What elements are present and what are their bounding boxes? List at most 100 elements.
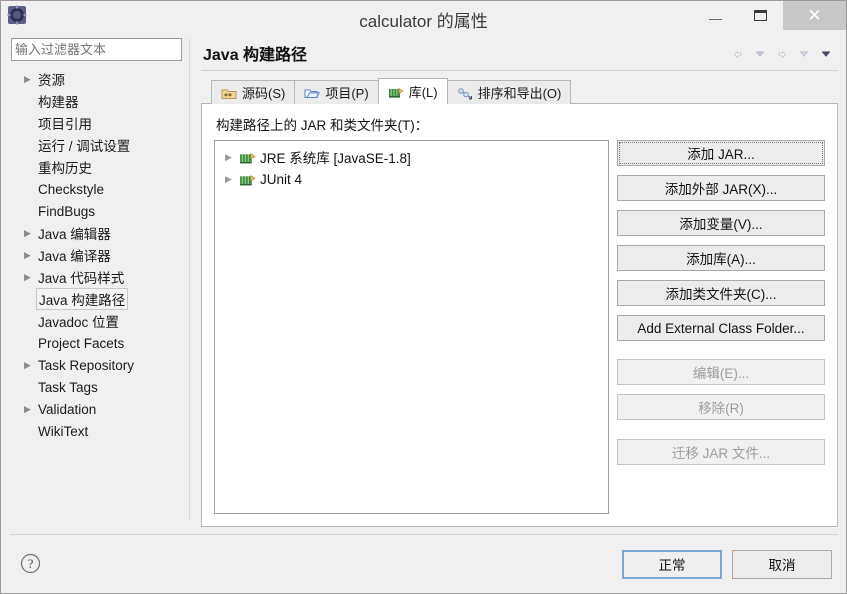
list-item-label: JUnit 4 bbox=[260, 172, 302, 187]
chevron-right-icon[interactable]: ▶ bbox=[23, 229, 36, 238]
settings-tree: ▶ 资源 ▶ 构建器 ▶ 项目引用 ▶ 运行 / 调试设置 ▶ 重构历史 bbox=[11, 68, 189, 527]
ok-button[interactable]: 正常 bbox=[622, 550, 722, 579]
add-library-button[interactable]: 添加库(A)... bbox=[617, 245, 825, 271]
add-variable-button[interactable]: 添加变量(V)... bbox=[617, 210, 825, 236]
sidebar-item-label: 运行 / 调试设置 bbox=[36, 135, 132, 155]
sidebar-item-project-facets[interactable]: ▶ Project Facets bbox=[11, 332, 189, 354]
close-button[interactable]: ✕ bbox=[783, 1, 846, 30]
tree-spacer: ▶ bbox=[23, 317, 36, 326]
list-item[interactable]: ▶ JUnit 4 bbox=[215, 168, 608, 190]
sidebar-item-wikitext[interactable]: ▶ WikiText bbox=[11, 420, 189, 442]
chevron-right-icon[interactable]: ▶ bbox=[225, 175, 239, 184]
tree-spacer: ▶ bbox=[23, 339, 36, 348]
svg-text:?: ? bbox=[27, 556, 33, 571]
chevron-right-icon[interactable]: ▶ bbox=[23, 75, 36, 84]
sidebar-item-label: 重构历史 bbox=[36, 157, 94, 177]
tree-spacer: ▶ bbox=[23, 427, 36, 436]
tree-spacer: ▶ bbox=[23, 207, 36, 216]
sidebar-item-java-build-path[interactable]: ▶ Java 构建路径 bbox=[11, 288, 189, 310]
order-export-icon bbox=[457, 86, 473, 100]
filter-input[interactable] bbox=[11, 38, 182, 61]
sidebar-item-task-tags[interactable]: ▶ Task Tags bbox=[11, 376, 189, 398]
sidebar-item-label: 项目引用 bbox=[36, 113, 94, 133]
sidebar-item-java-compiler[interactable]: ▶ Java 编译器 bbox=[11, 244, 189, 266]
sidebar-item-task-repository[interactable]: ▶ Task Repository bbox=[11, 354, 189, 376]
sidebar-item-label: Project Facets bbox=[36, 336, 126, 351]
tree-spacer: ▶ bbox=[23, 97, 36, 106]
tab-label: 排序和导出(O) bbox=[478, 83, 562, 102]
sidebar-item-label: Validation bbox=[36, 402, 98, 417]
window-controls: ✕ bbox=[693, 1, 846, 30]
back-dropdown-icon[interactable] bbox=[750, 45, 770, 63]
project-folder-icon bbox=[304, 86, 320, 100]
sidebar-item-label: Java 代码样式 bbox=[36, 267, 126, 287]
minimize-button[interactable] bbox=[693, 1, 738, 30]
jar-list[interactable]: ▶ JRE 系统库 [JavaSE-1.8] bbox=[214, 140, 609, 514]
tab-order-export[interactable]: 排序和导出(O) bbox=[447, 80, 572, 104]
maximize-button[interactable] bbox=[738, 1, 783, 30]
library-icon bbox=[239, 172, 256, 187]
menu-dropdown-icon[interactable] bbox=[816, 45, 836, 63]
maximize-icon bbox=[754, 10, 767, 21]
list-item[interactable]: ▶ JRE 系统库 [JavaSE-1.8] bbox=[215, 146, 608, 168]
chevron-right-icon[interactable]: ▶ bbox=[23, 405, 36, 414]
add-external-class-folder-button[interactable]: Add External Class Folder... bbox=[617, 315, 825, 341]
forward-arrow-icon[interactable] bbox=[772, 45, 792, 63]
build-path-tabs: 源码(S) 项目(P) bbox=[201, 78, 838, 104]
chevron-right-icon[interactable]: ▶ bbox=[23, 361, 36, 370]
sidebar-item-label: Checkstyle bbox=[36, 182, 106, 197]
forward-dropdown-icon[interactable] bbox=[794, 45, 814, 63]
library-icon bbox=[239, 150, 256, 165]
sidebar-item-checkstyle[interactable]: ▶ Checkstyle bbox=[11, 178, 189, 200]
sidebar-item-java-code-style[interactable]: ▶ Java 代码样式 bbox=[11, 266, 189, 288]
sidebar-item-project-references[interactable]: ▶ 项目引用 bbox=[11, 112, 189, 134]
jar-list-row: ▶ JRE 系统库 [JavaSE-1.8] bbox=[214, 140, 825, 514]
tab-label: 源码(S) bbox=[242, 83, 285, 102]
tab-libraries[interactable]: 库(L) bbox=[378, 78, 448, 104]
back-arrow-icon[interactable] bbox=[728, 45, 748, 63]
tree-spacer: ▶ bbox=[23, 163, 36, 172]
sidebar-item-resource[interactable]: ▶ 资源 bbox=[11, 68, 189, 90]
tab-label: 库(L) bbox=[409, 82, 438, 101]
libraries-tab-panel: 构建路径上的 JAR 和类文件夹(T)： ▶ bbox=[201, 103, 838, 527]
edit-button: 编辑(E)... bbox=[617, 359, 825, 385]
minimize-icon bbox=[709, 19, 722, 20]
tab-label: 项目(P) bbox=[325, 83, 368, 102]
sidebar-item-refactor-history[interactable]: ▶ 重构历史 bbox=[11, 156, 189, 178]
sidebar-item-run-debug-settings[interactable]: ▶ 运行 / 调试设置 bbox=[11, 134, 189, 156]
settings-page: Java 构建路径 bbox=[195, 32, 846, 527]
chevron-right-icon[interactable]: ▶ bbox=[225, 153, 239, 162]
header-divider bbox=[201, 70, 838, 71]
library-icon bbox=[388, 85, 404, 99]
add-class-folder-button[interactable]: 添加类文件夹(C)... bbox=[617, 280, 825, 306]
tree-spacer: ▶ bbox=[23, 295, 36, 304]
sidebar-item-javadoc-location[interactable]: ▶ Javadoc 位置 bbox=[11, 310, 189, 332]
sidebar-item-label: Task Repository bbox=[36, 358, 136, 373]
sidebar-item-builders[interactable]: ▶ 构建器 bbox=[11, 90, 189, 112]
chevron-right-icon[interactable]: ▶ bbox=[23, 251, 36, 260]
eclipse-icon bbox=[7, 5, 29, 27]
sidebar-item-label: 构建器 bbox=[36, 91, 81, 111]
tree-spacer: ▶ bbox=[23, 141, 36, 150]
close-icon: ✕ bbox=[807, 7, 821, 24]
properties-dialog-window: calculator 的属性 ✕ ▶ 资源 ▶ bbox=[0, 0, 847, 594]
list-item-label: JRE 系统库 [JavaSE-1.8] bbox=[260, 147, 411, 167]
sidebar-item-label: Java 编辑器 bbox=[36, 223, 113, 243]
sidebar-item-label: WikiText bbox=[36, 424, 90, 439]
settings-sidebar: ▶ 资源 ▶ 构建器 ▶ 项目引用 ▶ 运行 / 调试设置 ▶ 重构历史 bbox=[1, 32, 189, 527]
library-action-buttons: 添加 JAR... 添加外部 JAR(X)... 添加变量(V)... 添加库(… bbox=[617, 140, 825, 514]
help-question-icon[interactable]: ? bbox=[19, 553, 41, 575]
tree-spacer: ▶ bbox=[23, 185, 36, 194]
tab-source[interactable]: 源码(S) bbox=[211, 80, 295, 104]
cancel-button[interactable]: 取消 bbox=[732, 550, 832, 579]
sidebar-item-validation[interactable]: ▶ Validation bbox=[11, 398, 189, 420]
tab-projects[interactable]: 项目(P) bbox=[294, 80, 378, 104]
add-jar-button[interactable]: 添加 JAR... bbox=[617, 140, 825, 166]
sidebar-item-label: FindBugs bbox=[36, 204, 97, 219]
chevron-right-icon[interactable]: ▶ bbox=[23, 273, 36, 282]
dialog-body: ▶ 资源 ▶ 构建器 ▶ 项目引用 ▶ 运行 / 调试设置 ▶ 重构历史 bbox=[1, 32, 846, 527]
sidebar-item-java-editor[interactable]: ▶ Java 编辑器 bbox=[11, 222, 189, 244]
title-bar: calculator 的属性 ✕ bbox=[1, 1, 846, 32]
sidebar-item-findbugs[interactable]: ▶ FindBugs bbox=[11, 200, 189, 222]
add-external-jar-button[interactable]: 添加外部 JAR(X)... bbox=[617, 175, 825, 201]
